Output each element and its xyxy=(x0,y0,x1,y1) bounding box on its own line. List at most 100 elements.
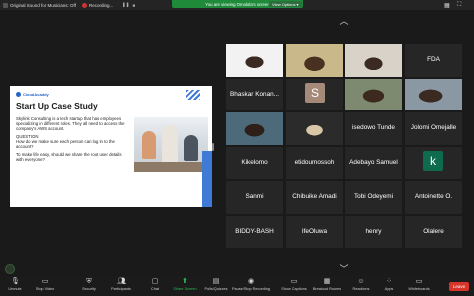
slide-paragraph: Skylink Consulting is a tech startup tha… xyxy=(16,116,125,131)
participant-tile[interactable]: S xyxy=(286,79,343,110)
slide-paragraph: To make life easy, should we share the r… xyxy=(16,152,122,162)
participant-tile[interactable]: isedowo Tunde xyxy=(345,112,402,145)
pause-stop-recording-button[interactable]: ◉ Pause/Stop Recording xyxy=(232,278,270,295)
view-options-label: View Options xyxy=(272,1,296,7)
apps-button[interactable]: ⁘ Apps xyxy=(374,278,404,295)
connection-status-icon[interactable] xyxy=(5,264,15,274)
slide-question-text: How do we make sure each person can log … xyxy=(16,139,115,149)
meeting-toolbar: 🎙︎ Unmute ▭ Stop Video ⛨ Security 👥︎ Par… xyxy=(0,276,474,296)
participant-avatar: k xyxy=(423,151,443,171)
leave-button[interactable]: Leave xyxy=(449,282,469,291)
breakout-rooms-button[interactable]: ▦ Breakout Rooms xyxy=(312,278,342,295)
share-screen-button[interactable]: ⬆ Share Screen xyxy=(170,278,200,295)
participant-tile[interactable] xyxy=(345,79,402,110)
participant-tile[interactable] xyxy=(286,44,343,77)
participant-tile[interactable]: etidoumossoh xyxy=(286,147,343,179)
participant-tile[interactable]: Chibuike Amadi xyxy=(286,181,343,214)
recording-indicator[interactable]: Recording... xyxy=(82,1,113,9)
participant-tile[interactable]: BIDDY-BASH xyxy=(226,216,283,248)
participant-name: Olalere xyxy=(423,228,444,235)
participant-tile[interactable]: Antoinette O. xyxy=(405,181,462,214)
breakout-rooms-icon: ▦ xyxy=(323,278,331,285)
original-sound-label: Original Sound for Musicians: Off xyxy=(10,2,76,8)
participants-button[interactable]: 👥︎ Participants xyxy=(106,278,136,295)
slide-decoration-stripes xyxy=(186,90,200,100)
leave-label: Leave xyxy=(452,284,466,289)
participant-tile[interactable] xyxy=(345,44,402,77)
slide-blue-bar xyxy=(202,151,212,207)
chat-icon: ▢ xyxy=(151,278,159,285)
slide-logo: CloudAcaddy xyxy=(16,92,49,97)
participant-name: Chibuike Amadi xyxy=(292,193,337,200)
show-captions-button[interactable]: ▭ Show Captions xyxy=(279,278,309,295)
stop-video-button[interactable]: ▭ Stop Video xyxy=(30,278,60,295)
participant-tile[interactable] xyxy=(226,112,283,145)
participant-tile[interactable]: Jolomi Omejalle xyxy=(405,112,462,145)
polls-icon: ▤ xyxy=(212,278,220,285)
recording-label: Recording... xyxy=(89,2,114,8)
security-button[interactable]: ⛨ Security xyxy=(74,278,104,295)
stop-icon: ■ xyxy=(132,2,136,8)
participant-tile[interactable]: Adebayo Samuel xyxy=(345,147,402,179)
unmute-button[interactable]: 🎙︎ Unmute xyxy=(0,278,30,295)
participant-tile[interactable] xyxy=(286,112,343,145)
participant-avatar: S xyxy=(305,83,325,103)
slide-team-photo xyxy=(134,117,208,172)
participant-tile[interactable]: k xyxy=(405,147,462,179)
participant-video xyxy=(345,44,402,77)
participant-tile[interactable]: Sanmi xyxy=(226,181,283,214)
cloud-logo-icon xyxy=(16,92,21,97)
record-icon: ◉ xyxy=(247,278,255,285)
gallery-view-toggle[interactable]: ▦ xyxy=(444,1,450,9)
shared-screen-slide: CloudAcaddy Start Up Case Study Skylink … xyxy=(10,86,212,207)
microphone-icon: 🎙︎ xyxy=(11,278,20,285)
whiteboard-icon: ▭ xyxy=(415,278,423,285)
slide-body: Skylink Consulting is a tech startup tha… xyxy=(16,116,126,165)
whiteboards-button[interactable]: ▭ Whiteboards xyxy=(404,278,434,295)
participant-tile[interactable]: Tobi Odeyemi xyxy=(345,181,402,214)
chat-button[interactable]: ▢ Chat xyxy=(140,278,170,295)
view-options-button[interactable]: View Options ▾ xyxy=(269,1,302,7)
participant-name: henry xyxy=(365,228,382,235)
participant-video xyxy=(405,79,462,110)
record-dot-icon xyxy=(82,2,87,8)
share-banner-text: You are viewing Omolola's screen xyxy=(205,1,270,7)
slide-title: Start Up Case Study xyxy=(16,101,98,111)
chevron-down-icon: ▾ xyxy=(296,1,299,7)
participant-tile[interactable]: Bhaskar Konan... xyxy=(226,79,283,110)
reactions-button[interactable]: ☺ Reactions xyxy=(346,278,376,295)
participant-name: Tobi Odeyemi xyxy=(353,193,394,200)
participant-tile[interactable]: FDA xyxy=(405,44,462,77)
fullscreen-icon: ⛶ xyxy=(457,1,462,8)
video-camera-icon: ▭ xyxy=(41,278,49,285)
split-view-handle[interactable] xyxy=(212,143,214,151)
participant-tile[interactable] xyxy=(226,44,283,77)
participant-tile[interactable]: Kikelomo xyxy=(226,147,283,179)
participant-name: Kikelomo xyxy=(241,159,268,166)
original-sound-indicator[interactable]: Original Sound for Musicians: Off xyxy=(3,1,76,9)
fullscreen-toggle[interactable]: ⛶ xyxy=(457,1,461,9)
participant-video xyxy=(226,44,283,77)
participant-tile[interactable]: IfeOluwa xyxy=(286,216,343,248)
polls-quizzes-button[interactable]: ▤ Polls/Quizzes xyxy=(201,278,231,295)
captions-icon: ▭ xyxy=(290,278,298,285)
participant-name: Antoinette O. xyxy=(414,193,453,200)
participant-tile[interactable]: henry xyxy=(345,216,402,248)
participant-tile[interactable]: Olalere xyxy=(405,216,462,248)
participant-name: etidoumossoh xyxy=(294,159,335,166)
pause-recording-control[interactable]: ❚❚ ■ xyxy=(122,1,135,9)
participant-name: IfeOluwa xyxy=(301,228,328,235)
share-screen-icon: ⬆ xyxy=(182,278,188,285)
chevron-up-icon[interactable]: ︿ xyxy=(339,17,349,26)
participant-name: Sanmi xyxy=(245,193,264,200)
participant-name: BIDDY-BASH xyxy=(235,228,274,235)
participant-video xyxy=(345,79,402,110)
grid-view-icon: ▦ xyxy=(444,2,450,9)
participant-name: FDA xyxy=(427,56,440,63)
shield-icon: ⛨ xyxy=(86,278,92,285)
pause-icon: ❚❚ xyxy=(122,2,130,7)
music-note-icon xyxy=(3,2,8,8)
chevron-down-icon[interactable]: ﹀ xyxy=(339,265,349,274)
participant-tile[interactable] xyxy=(405,79,462,110)
participant-video xyxy=(286,112,343,145)
